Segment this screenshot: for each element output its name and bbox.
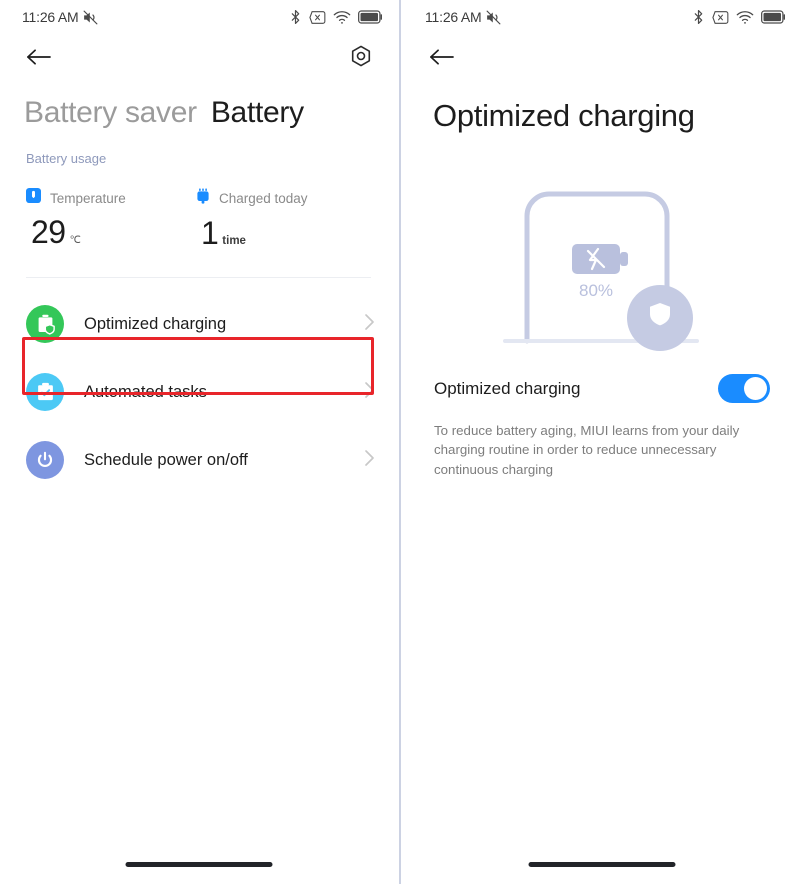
clipboard-check-icon <box>26 373 64 411</box>
illustration-percent-label: 80% <box>578 281 612 300</box>
stat-charged-today-value: 1 time <box>196 209 340 252</box>
no-sim-icon <box>712 10 729 25</box>
mute-icon <box>82 9 99 26</box>
list-item-schedule-power[interactable]: Schedule power on/off <box>0 426 397 494</box>
list-item-optimized-charging-label: Optimized charging <box>84 314 227 333</box>
tab-battery-saver[interactable]: Battery saver <box>24 96 197 130</box>
battery-shield-icon <box>26 305 64 343</box>
list-item-automated-tasks[interactable]: Automated tasks <box>0 358 397 426</box>
thermometer-icon <box>26 188 41 208</box>
bluetooth-icon <box>289 9 302 25</box>
mute-icon <box>485 9 502 26</box>
list-item-schedule-power-label: Schedule power on/off <box>84 450 248 469</box>
optimized-charging-toggle[interactable] <box>718 374 770 403</box>
list-item-optimized-charging[interactable]: Optimized charging <box>0 290 397 358</box>
stat-charged-today-unit: time <box>222 235 246 247</box>
toggle-knob <box>744 377 767 400</box>
page-title: Optimized charging <box>433 98 695 133</box>
battery-stats: Temperature 29 ℃ Charged today 1 time <box>0 166 397 252</box>
stat-temperature: Temperature 29 ℃ <box>0 188 170 252</box>
right-screen-optimized-charging: 11:26 AM Optimized charging 80% Optimize… <box>403 0 800 884</box>
tab-battery[interactable]: Battery <box>211 96 304 130</box>
status-bar-left-group: 11:26 AM <box>22 9 99 26</box>
battery-icon <box>358 10 383 24</box>
gear-icon[interactable] <box>345 41 377 73</box>
stat-temperature-value: 29 ℃ <box>26 208 170 251</box>
optimized-charging-toggle-label: Optimized charging <box>434 378 581 398</box>
charge-count-icon <box>196 188 210 209</box>
bluetooth-icon <box>692 9 705 25</box>
battery-usage-link[interactable]: Battery usage <box>0 130 397 166</box>
stat-charged-today: Charged today 1 time <box>170 188 340 252</box>
status-bar-right-group <box>289 9 383 25</box>
status-bar-right: 11:26 AM <box>403 0 800 34</box>
back-arrow-icon[interactable] <box>425 41 457 73</box>
status-bar-left-group: 11:26 AM <box>425 9 502 26</box>
optimized-charging-illustration: 80% <box>403 134 800 356</box>
stat-charged-today-head: Charged today <box>196 188 340 209</box>
stat-temperature-number: 29 <box>31 214 66 250</box>
status-time: 11:26 AM <box>22 9 79 25</box>
app-bar-right <box>403 34 800 80</box>
stat-charged-today-label: Charged today <box>219 191 308 206</box>
battery-icon <box>761 10 786 24</box>
chevron-right-icon <box>364 313 375 336</box>
dual-screenshot-container: 11:26 AM Battery saver Battery Battery u… <box>0 0 800 884</box>
power-icon <box>26 441 64 479</box>
optimized-charging-toggle-row: Optimized charging <box>403 356 800 403</box>
list-item-automated-tasks-label: Automated tasks <box>84 382 207 401</box>
optimized-charging-description: To reduce battery aging, MIUI learns fro… <box>434 423 740 477</box>
stat-temperature-label: Temperature <box>50 190 126 206</box>
back-arrow-icon[interactable] <box>22 41 54 73</box>
battery-options-list: Optimized charging Automated tasks Sched… <box>0 278 397 494</box>
gesture-home-bar <box>528 862 675 867</box>
app-bar-left <box>0 34 397 80</box>
status-time: 11:26 AM <box>425 9 482 25</box>
stat-charged-today-number: 1 <box>201 215 219 251</box>
chevron-right-icon <box>364 381 375 404</box>
left-screen-battery: 11:26 AM Battery saver Battery Battery u… <box>0 0 397 884</box>
stat-temperature-head: Temperature <box>26 188 170 208</box>
status-bar-left: 11:26 AM <box>0 0 397 34</box>
tab-title-row: Battery saver Battery <box>0 80 397 130</box>
stat-temperature-unit: ℃ <box>69 235 81 246</box>
wifi-icon <box>736 10 754 25</box>
status-bar-right-group <box>692 9 786 25</box>
gesture-home-bar <box>125 862 272 867</box>
no-sim-icon <box>309 10 326 25</box>
chevron-right-icon <box>364 449 375 472</box>
wifi-icon <box>333 10 351 25</box>
